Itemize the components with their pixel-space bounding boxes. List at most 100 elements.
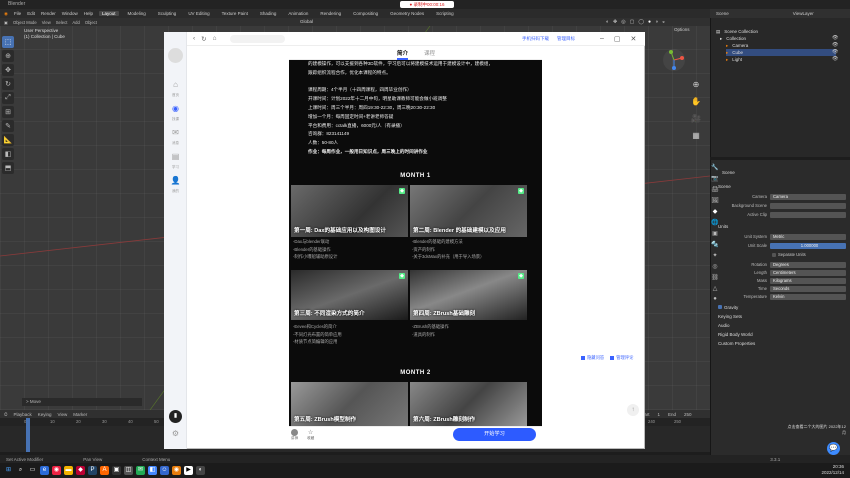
- section-audio[interactable]: Audio: [718, 322, 846, 329]
- timeline-editor-icon[interactable]: ⏱: [4, 412, 8, 417]
- manage-goal-link[interactable]: 管理目标: [557, 36, 575, 42]
- transform-orientation[interactable]: Global: [300, 19, 313, 24]
- visibility-eye-icon[interactable]: 👁: [832, 49, 838, 55]
- annotate-icon[interactable]: ✎: [2, 120, 14, 132]
- blender-logo-icon[interactable]: ◉: [4, 11, 8, 17]
- app-icon-5[interactable]: ◐: [196, 466, 205, 475]
- qq-icon[interactable]: ☺: [160, 466, 169, 475]
- workspace-tab-texture-paint[interactable]: Texture Paint: [219, 11, 251, 16]
- mobile-download-link[interactable]: 手机扫码下载: [522, 36, 549, 42]
- rotation-select[interactable]: Degrees: [770, 261, 846, 268]
- zoom-icon[interactable]: ⊕: [693, 80, 700, 89]
- menu-window[interactable]: Window: [62, 11, 78, 16]
- scale-icon[interactable]: ⤢: [2, 92, 14, 104]
- search-icon[interactable]: ⌕: [16, 466, 25, 475]
- menu-timeline-view[interactable]: View: [58, 412, 68, 417]
- home-nav-icon[interactable]: ⌂: [213, 35, 217, 42]
- course-card-week-5[interactable]: 第五周: ZBrush模型制作: [291, 382, 408, 426]
- illustrator-icon[interactable]: A: [100, 466, 109, 475]
- course-card-week-1[interactable]: ◆ 第一周: Dax的基础应用以及构图设计: [291, 185, 408, 237]
- recording-indicator[interactable]: ● 录制中00:00:16: [400, 1, 454, 8]
- user-avatar[interactable]: [168, 48, 183, 63]
- system-tray-clock[interactable]: 20:36 2022/12/14: [780, 464, 844, 476]
- app-icon-2[interactable]: ▣: [112, 466, 121, 475]
- windows-start-icon[interactable]: ⊞: [4, 466, 13, 475]
- menu-select[interactable]: Select: [56, 20, 68, 25]
- section-custom-properties[interactable]: Custom Properties: [718, 340, 846, 347]
- gizmo-icon[interactable]: ✥: [613, 19, 617, 25]
- home-icon[interactable]: ⌂: [169, 80, 182, 93]
- camera-field[interactable]: Camera: [770, 193, 846, 200]
- length-select[interactable]: Centimeters: [770, 269, 846, 276]
- end-frame-value[interactable]: 250: [684, 412, 692, 417]
- extrude-icon[interactable]: ⬒: [2, 162, 14, 174]
- last-operator-panel[interactable]: > Move: [22, 398, 142, 406]
- workspace-tab-layout[interactable]: Layout: [99, 11, 119, 16]
- course-card-week-2[interactable]: ◆ 第二周: Blender 的基础建模以及应用: [410, 185, 527, 237]
- workspace-tab-modeling[interactable]: Modeling: [125, 11, 149, 16]
- blender-task-icon[interactable]: ◉: [172, 466, 181, 475]
- active-clip-field[interactable]: [770, 211, 846, 218]
- profile-icon[interactable]: 👤: [169, 176, 182, 189]
- back-icon[interactable]: ‹: [193, 35, 195, 42]
- unit-system-select[interactable]: Metric: [770, 233, 846, 240]
- add-cube-icon[interactable]: ◧: [2, 148, 14, 160]
- edge-icon[interactable]: e: [40, 466, 49, 475]
- app-icon-3[interactable]: ◫: [124, 466, 133, 475]
- gravity-checkbox[interactable]: [718, 305, 722, 309]
- select-box-icon[interactable]: ⬚: [2, 36, 14, 48]
- physics-tab-icon[interactable]: ◎: [712, 263, 717, 270]
- menu-marker[interactable]: Marker: [73, 412, 87, 417]
- menu-playback[interactable]: Playback: [14, 412, 32, 417]
- menu-add[interactable]: Add: [72, 20, 79, 25]
- visibility-eye-icon[interactable]: 👁: [832, 35, 838, 41]
- workspace-tab-uv-editing[interactable]: UV Editing: [185, 11, 212, 16]
- material-shading-icon[interactable]: ◑: [655, 19, 658, 25]
- wireframe-shading-icon[interactable]: ◯: [638, 19, 644, 25]
- cursor-icon[interactable]: ⊕: [2, 50, 14, 62]
- data-tab-icon[interactable]: △: [713, 285, 718, 292]
- wechat-icon[interactable]: ✉: [136, 466, 145, 475]
- app-icon-4[interactable]: ◧: [148, 466, 157, 475]
- object-mode-select[interactable]: Object Mode: [13, 20, 37, 25]
- options-dropdown[interactable]: Options: [674, 27, 690, 32]
- course-card-week-6[interactable]: 第六周: ZBrush雕刻制作: [410, 382, 527, 426]
- message-icon[interactable]: ✉: [169, 128, 182, 141]
- menu-view[interactable]: View: [42, 20, 51, 25]
- editor-type-icon[interactable]: ▣: [4, 20, 8, 25]
- maximize-icon[interactable]: ▢: [614, 35, 621, 43]
- pan-hand-icon[interactable]: ✋: [691, 97, 701, 106]
- tab-intro[interactable]: 简介: [397, 49, 409, 60]
- camera-view-icon[interactable]: 🎥: [691, 114, 701, 123]
- rendered-shading-icon[interactable]: ◒: [662, 19, 665, 25]
- background-scene-field[interactable]: [770, 202, 846, 209]
- temperature-select[interactable]: Kelvin: [770, 293, 846, 300]
- menu-object[interactable]: Object: [85, 20, 97, 25]
- outliner-row-scene-collection[interactable]: ▤ Scene Collection: [716, 28, 758, 35]
- tab-course[interactable]: 课程: [424, 49, 435, 57]
- address-bar[interactable]: [230, 35, 285, 43]
- object-tab-icon[interactable]: ▣: [712, 230, 718, 237]
- workspace-tab-geometry-nodes[interactable]: Geometry Nodes: [387, 11, 427, 16]
- menu-help[interactable]: Help: [84, 11, 93, 16]
- start-learning-button[interactable]: 开始学习: [453, 428, 536, 441]
- course-card-week-4[interactable]: ◆ 第四周: ZBrush基础雕刻: [410, 270, 527, 320]
- workspace-tab-compositing[interactable]: Compositing: [350, 11, 381, 16]
- workspace-tab-sculpting[interactable]: Sculpting: [155, 11, 180, 16]
- tencent-class-icon[interactable]: ▶: [184, 466, 193, 475]
- tool-tab-icon[interactable]: 🔧: [711, 164, 718, 171]
- section-keying-sets[interactable]: Keying Sets: [718, 313, 846, 320]
- minimize-icon[interactable]: –: [600, 35, 604, 43]
- manage-comments-checkbox[interactable]: 管理评论: [610, 355, 633, 361]
- workspace-tab-animation[interactable]: Animation: [285, 11, 311, 16]
- visibility-eye-icon[interactable]: 👁: [832, 42, 838, 48]
- menu-render[interactable]: Render: [41, 11, 56, 16]
- scene-selector[interactable]: Scene: [716, 11, 729, 16]
- solid-shading-icon[interactable]: ●: [648, 19, 651, 25]
- rotate-icon[interactable]: ↻: [2, 78, 14, 90]
- outliner-row-light[interactable]: ▸ Light: [726, 56, 742, 63]
- photoshop-icon[interactable]: P: [88, 466, 97, 475]
- render-tab-icon[interactable]: 📷: [711, 175, 718, 182]
- navigation-gizmo[interactable]: [662, 48, 686, 72]
- start-frame-value[interactable]: 1: [658, 412, 661, 417]
